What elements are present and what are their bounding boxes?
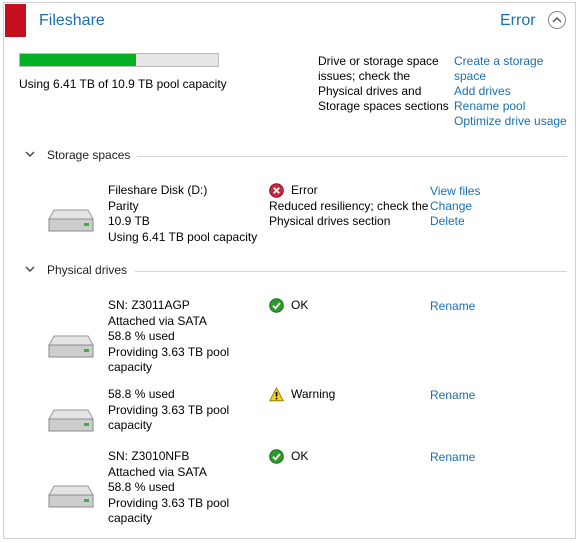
storage-space-info: Fileshare Disk (D:) Parity 10.9 TB Using… bbox=[108, 183, 257, 245]
storage-pool-panel: Fileshare Error Using 6.41 TB of 10.9 TB… bbox=[3, 2, 576, 539]
physical-drive-actions: Rename bbox=[430, 450, 475, 465]
storage-space-status-detail: Reduced resiliency; check the Physical d… bbox=[269, 198, 429, 229]
drive-used: 58.8 % used bbox=[108, 387, 175, 401]
physical-drive-info: SN: Z3010NFB Attached via SATA 58.8 % us… bbox=[108, 449, 248, 527]
create-storage-space-link[interactable]: Create a storage space bbox=[454, 54, 574, 84]
capacity-progress-bar bbox=[19, 53, 219, 67]
drive-used: 58.8 % used bbox=[108, 480, 175, 494]
storage-space-status-label: Error bbox=[291, 183, 318, 197]
drive-icon bbox=[48, 209, 94, 232]
ok-icon bbox=[269, 298, 284, 314]
physical-drives-heading: Physical drives bbox=[47, 263, 128, 277]
pool-message: Drive or storage space issues; check the… bbox=[318, 54, 449, 113]
optimize-drive-usage-link[interactable]: Optimize drive usage bbox=[454, 114, 574, 129]
physical-drive-actions: Rename bbox=[430, 299, 475, 314]
storage-space-usage: Using 6.41 TB pool capacity bbox=[108, 229, 258, 244]
storage-space-size: 10.9 TB bbox=[108, 214, 150, 228]
drive-capacity: Providing 3.63 TB pool capacity bbox=[108, 344, 230, 375]
physical-drive-status: Warning bbox=[269, 387, 335, 403]
view-files-link[interactable]: View files bbox=[430, 184, 480, 199]
pool-title: Fileshare bbox=[39, 12, 105, 29]
storage-space-name: Fileshare Disk (D:) bbox=[108, 183, 208, 197]
collapse-button[interactable] bbox=[548, 11, 566, 29]
storage-spaces-heading: Storage spaces bbox=[47, 148, 131, 162]
physical-drive-info: 58.8 % used Providing 3.63 TB pool capac… bbox=[108, 387, 248, 434]
drive-capacity: Providing 3.63 TB pool capacity bbox=[108, 495, 230, 526]
drive-serial: SN: Z3011AGP bbox=[108, 298, 190, 312]
section-divider bbox=[135, 271, 567, 272]
rename-drive-link[interactable]: Rename bbox=[430, 450, 475, 465]
chevron-down-icon[interactable] bbox=[24, 149, 36, 159]
drive-used: 58.8 % used bbox=[108, 329, 175, 343]
drive-connection: Attached via SATA bbox=[108, 464, 207, 479]
capacity-text: Using 6.41 TB of 10.9 TB pool capacity bbox=[19, 77, 227, 91]
storage-space-actions: View files Change Delete bbox=[430, 184, 480, 229]
error-status-bar bbox=[5, 4, 26, 37]
pool-status: Error bbox=[500, 12, 536, 29]
drive-icon bbox=[48, 409, 94, 432]
change-link[interactable]: Change bbox=[430, 199, 480, 214]
drive-serial: SN: Z3010NFB bbox=[108, 449, 190, 463]
drive-capacity: Providing 3.63 TB pool capacity bbox=[108, 402, 230, 433]
rename-drive-link[interactable]: Rename bbox=[430, 388, 475, 403]
drive-status-label: Warning bbox=[291, 387, 336, 401]
storage-spaces-section-header: Storage spaces bbox=[22, 148, 567, 164]
pool-header: Fileshare Error bbox=[4, 3, 575, 39]
delete-link[interactable]: Delete bbox=[430, 214, 480, 229]
drive-icon bbox=[48, 335, 94, 358]
chevron-down-icon[interactable] bbox=[24, 264, 36, 274]
rename-pool-link[interactable]: Rename pool bbox=[454, 99, 574, 114]
physical-drive-status: OK bbox=[269, 298, 308, 314]
drive-connection: Attached via SATA bbox=[108, 313, 207, 328]
drive-status-label: OK bbox=[291, 298, 309, 312]
physical-drive-actions: Rename bbox=[430, 388, 475, 403]
error-icon bbox=[269, 183, 284, 199]
add-drives-link[interactable]: Add drives bbox=[454, 84, 574, 99]
physical-drive-info: SN: Z3011AGP Attached via SATA 58.8 % us… bbox=[108, 298, 248, 376]
physical-drives-section-header: Physical drives bbox=[22, 263, 567, 279]
ok-icon bbox=[269, 449, 284, 465]
storage-space-resiliency: Parity bbox=[108, 198, 139, 213]
rename-drive-link[interactable]: Rename bbox=[430, 299, 475, 314]
capacity-progress-fill bbox=[20, 54, 137, 66]
warning-icon bbox=[269, 387, 284, 402]
drive-status-label: OK bbox=[291, 449, 309, 463]
drive-icon bbox=[48, 485, 94, 508]
storage-space-status: Error Reduced resiliency; check the Phys… bbox=[269, 183, 429, 230]
chevron-up-icon bbox=[552, 17, 562, 23]
physical-drive-status: OK bbox=[269, 449, 308, 465]
section-divider bbox=[137, 156, 567, 157]
pool-actions: Create a storage space Add drives Rename… bbox=[454, 54, 574, 129]
